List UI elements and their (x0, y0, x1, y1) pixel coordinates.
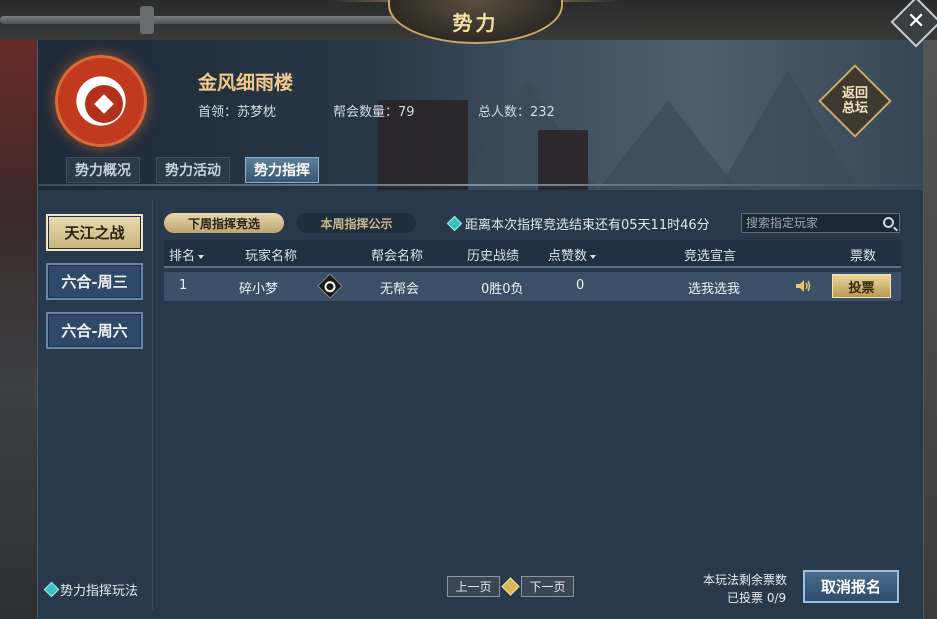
sword-guard-icon (140, 6, 154, 34)
faction-name: 金风细雨楼 (198, 72, 294, 94)
header-rank[interactable]: 排名 (169, 245, 205, 264)
header-votes: 票数 (850, 249, 877, 264)
search-icon[interactable] (883, 217, 894, 228)
window-title: 势力 (452, 10, 499, 35)
header-manifesto: 竞选宣言 (684, 249, 737, 264)
cell-guild: 无帮会 (380, 282, 420, 297)
subtab-this-week-announcement[interactable]: 本周指挥公示 (297, 213, 416, 233)
faction-panel (37, 40, 924, 619)
return-hq-label[interactable]: 返回总坛 (840, 78, 870, 124)
faction-emblem-icon (55, 55, 147, 147)
event-sidebar: 天江之战 六合-周三 六合-周六 (37, 200, 153, 610)
table-header: 排名 玩家名称 帮会名称 历史战绩 点赞数 竞选宣言 票数 (164, 240, 901, 268)
table-row[interactable]: 1 碎小梦 无帮会 0胜0负 0 选我选我 (164, 272, 901, 301)
background-scenery (923, 40, 937, 619)
decorative-sword-icon (0, 16, 440, 24)
cell-record: 0胜0负 (481, 282, 524, 297)
info-diamond-icon (446, 215, 463, 232)
sidebar-item-tianjiang[interactable]: 天江之战 (46, 214, 143, 251)
countdown-text: 距离本次指挥竞选结束还有05天11时46分 (465, 218, 710, 233)
help-diamond-icon (43, 581, 60, 598)
cell-rank: 1 (179, 278, 188, 293)
tab-faction-activities[interactable]: 势力活动 (156, 157, 230, 183)
faction-guild-count: 帮会数量：79 (333, 105, 415, 120)
header-guild: 帮会名称 (371, 249, 424, 264)
speaker-icon[interactable] (795, 279, 811, 293)
mountain-scenery (598, 100, 738, 190)
sort-caret-icon (590, 254, 597, 259)
header-rank-label: 排名 (169, 249, 196, 264)
header-player: 玩家名称 (245, 249, 298, 264)
cell-manifesto: 选我选我 (688, 282, 741, 297)
header-likes[interactable]: 点赞数 (548, 245, 597, 264)
faction-leader: 首领：苏梦枕 (198, 105, 277, 120)
background-character (0, 40, 38, 619)
prev-page-button[interactable]: 上一页 (447, 576, 500, 597)
faction-total-members: 总人数：232 (478, 105, 555, 120)
emblem-center (85, 85, 123, 123)
header-record: 历史战绩 (467, 249, 520, 264)
sort-caret-icon (198, 254, 205, 259)
rules-link[interactable]: 势力指挥玩法 (43, 580, 139, 599)
vote-button[interactable]: 投票 (832, 274, 891, 298)
header-divider (38, 184, 923, 186)
tab-faction-command[interactable]: 势力指挥 (245, 157, 319, 183)
player-search (741, 213, 900, 233)
sidebar-item-liuhe-sat[interactable]: 六合-周六 (46, 312, 143, 349)
subtab-next-week-election[interactable]: 下周指挥竞选 (164, 213, 284, 233)
cell-likes: 0 (576, 278, 585, 293)
cell-player: 碎小梦 (239, 282, 279, 297)
election-countdown: 距离本次指挥竞选结束还有05天11时46分 (446, 214, 710, 233)
pagoda-scenery (538, 130, 588, 190)
voted-count: 已投票 0/9 (727, 591, 787, 605)
remaining-votes-label: 本玩法剩余票数 (703, 573, 788, 587)
tab-faction-overview[interactable]: 势力概况 (66, 157, 140, 183)
close-icon: ✕ (906, 9, 926, 34)
next-page-button[interactable]: 下一页 (521, 576, 574, 597)
search-input[interactable] (746, 216, 876, 230)
header-likes-label: 点赞数 (548, 249, 588, 264)
sidebar-item-liuhe-wed[interactable]: 六合-周三 (46, 263, 143, 300)
cancel-registration-button[interactable]: 取消报名 (803, 570, 899, 603)
rules-link-label: 势力指挥玩法 (60, 584, 139, 599)
